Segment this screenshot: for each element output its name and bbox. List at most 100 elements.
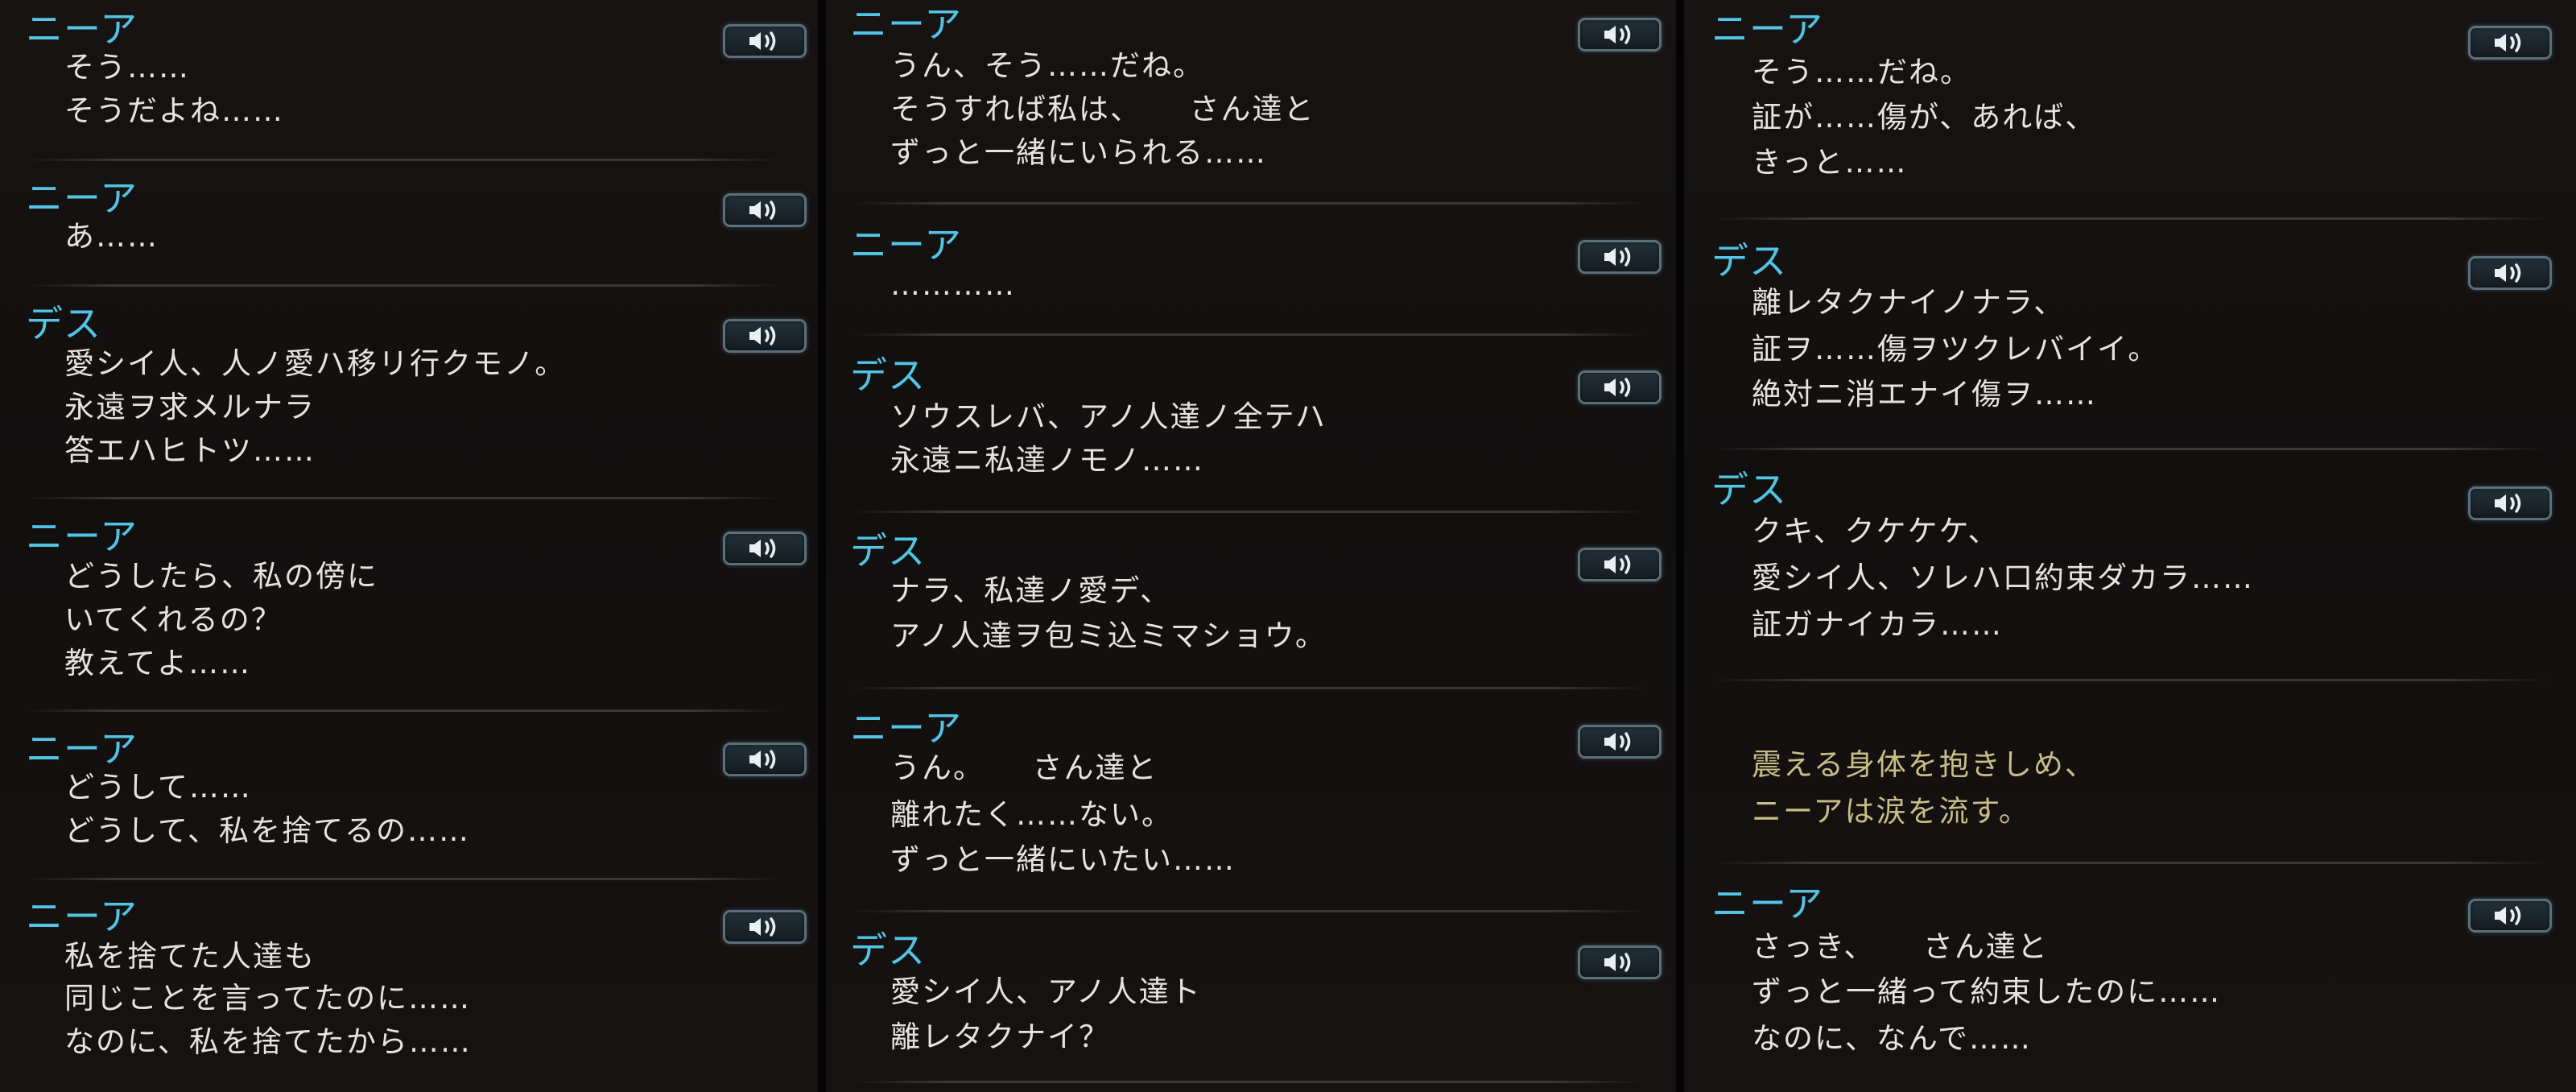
dialogue-line: そう……	[64, 50, 190, 85]
speaker-name: デス	[26, 302, 101, 345]
dialogue-line: 離レタクナイノナラ、	[1752, 285, 2066, 320]
voice-replay-button[interactable]	[1578, 945, 1662, 979]
speaker-name: デス	[850, 354, 926, 397]
dialogue-line: どうして……	[64, 770, 252, 805]
voice-replay-button[interactable]	[2468, 486, 2552, 520]
voice-replay-button[interactable]	[2468, 899, 2552, 933]
panel-separator	[818, 0, 826, 1092]
dialogue-line: きっと……	[1752, 145, 1908, 180]
dialogue-line: 答エハヒトツ……	[64, 433, 316, 468]
dialogue-line: 絶対ニ消エナイ傷ヲ……	[1752, 377, 2097, 412]
dialogue-line: なのに、なんで……	[1752, 1021, 2033, 1056]
speaker-name: ニーア	[850, 706, 963, 750]
dialogue-line: 証が……傷が、あれば、	[1752, 100, 2097, 134]
dialogue-line: そう……だね。	[1752, 55, 1971, 89]
entry-divider	[850, 511, 1647, 513]
voice-replay-button[interactable]	[1578, 548, 1662, 581]
speaker-voice-icon	[1604, 247, 1631, 267]
speaker-voice-icon	[2495, 33, 2521, 52]
entry-divider	[850, 202, 1647, 205]
speaker-name: ニーア	[26, 895, 138, 938]
entry-divider	[1711, 217, 2549, 220]
speaker-voice-icon	[2495, 263, 2521, 283]
entry-divider	[1711, 862, 2549, 864]
dialogue-line: 教えてよ……	[64, 646, 252, 680]
voice-replay-button[interactable]	[1578, 18, 1662, 52]
dialogue-line: ナラ、私達ノ愛デ、	[890, 573, 1172, 608]
entry-divider	[850, 910, 1647, 912]
dialogue-line: ソウスレバ、アノ人達ノ全テハ	[890, 399, 1327, 434]
entry-divider	[24, 709, 781, 712]
speaker-name: ニーア	[850, 2, 963, 46]
dialogue-line: あ……	[64, 219, 159, 254]
dialogue-line: そうすれば私は、 さん達と	[890, 92, 1315, 126]
dialogue-line: うん。 さん達と	[890, 751, 1158, 785]
dialogue-line: なのに、私を捨てたから……	[64, 1024, 472, 1059]
speaker-voice-icon	[1604, 953, 1631, 972]
narration-line: 震える身体を抱きしめ、	[1752, 747, 2096, 782]
speaker-name: デス	[850, 929, 926, 972]
voice-replay-button[interactable]	[2468, 256, 2552, 290]
entry-divider	[24, 497, 781, 499]
dialogue-line: 離れたく……ない。	[890, 797, 1173, 832]
dialogue-log-panel-right[interactable]: ニーア そう……だね。 証が……傷が、あれば、 きっと…… デス 離レタクナイノ…	[1684, 0, 2576, 1092]
speaker-voice-icon	[2495, 906, 2521, 925]
voice-replay-button[interactable]	[723, 24, 807, 58]
dialogue-line: …………	[890, 267, 1016, 302]
speaker-voice-icon	[1604, 378, 1631, 397]
dialogue-line: そうだよね……	[64, 93, 284, 128]
speaker-voice-icon	[749, 917, 776, 937]
speaker-name: ニーア	[26, 515, 138, 558]
dialogue-line: いてくれるの？	[64, 602, 283, 637]
speaker-name: デス	[1711, 239, 1787, 283]
voice-replay-button[interactable]	[723, 742, 807, 776]
speaker-name: ニーア	[26, 176, 138, 220]
speaker-name: ニーア	[850, 223, 963, 267]
dialogue-line: どうして、私を捨てるの……	[64, 813, 471, 848]
narration-line: ニーアは涙を流す。	[1752, 794, 2030, 829]
dialogue-line: 愛シイ人、アノ人達ト	[890, 974, 1202, 1009]
entry-divider	[1711, 448, 2549, 450]
dialogue-line: ずっと一緒にいられる……	[890, 135, 1267, 170]
dialogue-log-panel-left[interactable]: ニーア そう…… そうだよね…… ニーア あ…… デス 愛シイ人、人ノ愛ハ移リ行…	[0, 0, 818, 1092]
voice-replay-button[interactable]	[1578, 370, 1662, 404]
dialogue-line: さっき、 さん達と	[1752, 929, 2049, 964]
dialogue-line: 証ヲ……傷ヲツクレバイイ。	[1752, 332, 2160, 366]
dialogue-line: 愛シイ人、人ノ愛ハ移リ行クモノ。	[64, 346, 567, 381]
dialogue-log-screen: ニーア そう…… そうだよね…… ニーア あ…… デス 愛シイ人、人ノ愛ハ移リ行…	[0, 0, 2576, 1092]
speaker-voice-icon	[749, 201, 776, 220]
dialogue-line: 永遠ニ私達ノモノ……	[890, 443, 1204, 478]
speaker-voice-icon	[1604, 732, 1631, 751]
speaker-voice-icon	[749, 750, 776, 769]
voice-replay-button[interactable]	[723, 532, 807, 565]
voice-replay-button[interactable]	[1578, 725, 1662, 759]
speaker-voice-icon	[1604, 555, 1631, 574]
speaker-name: デス	[850, 529, 926, 573]
dialogue-line: 私を捨てた人達も	[64, 939, 316, 974]
entry-divider	[24, 284, 781, 287]
speaker-voice-icon	[1604, 25, 1631, 44]
dialogue-line: 離レタクナイ？	[890, 1020, 1110, 1054]
speaker-name: ニーア	[26, 727, 138, 771]
dialogue-line: どうしたら、私の傍に	[64, 559, 378, 594]
speaker-name: ニーア	[1711, 7, 1824, 51]
entry-divider	[24, 878, 781, 880]
voice-replay-button[interactable]	[723, 319, 807, 353]
speaker-name: デス	[1711, 468, 1787, 511]
dialogue-log-panel-middle[interactable]: ニーア うん、そう……だね。 そうすれば私は、 さん達と ずっと一緒にいられる……	[826, 0, 1676, 1092]
speaker-voice-icon	[2495, 494, 2521, 513]
voice-replay-button[interactable]	[723, 193, 807, 227]
voice-replay-button[interactable]	[2468, 26, 2552, 60]
speaker-name: ニーア	[26, 7, 138, 51]
dialogue-line: うん、そう……だね。	[890, 48, 1204, 83]
voice-replay-button[interactable]	[1578, 240, 1662, 274]
dialogue-line: 永遠ヲ求メルナラ	[64, 390, 316, 424]
entry-divider	[1711, 679, 2549, 681]
dialogue-line: クキ、クケケケ、	[1752, 514, 2000, 548]
dialogue-line: 証ガナイカラ……	[1752, 607, 2003, 642]
voice-replay-button[interactable]	[723, 910, 807, 944]
speaker-name: ニーア	[1711, 882, 1824, 925]
speaker-voice-icon	[749, 31, 776, 51]
dialogue-line: 同じことを言ってたのに……	[64, 981, 472, 1015]
dialogue-line: アノ人達ヲ包ミ込ミマショウ。	[890, 618, 1327, 653]
